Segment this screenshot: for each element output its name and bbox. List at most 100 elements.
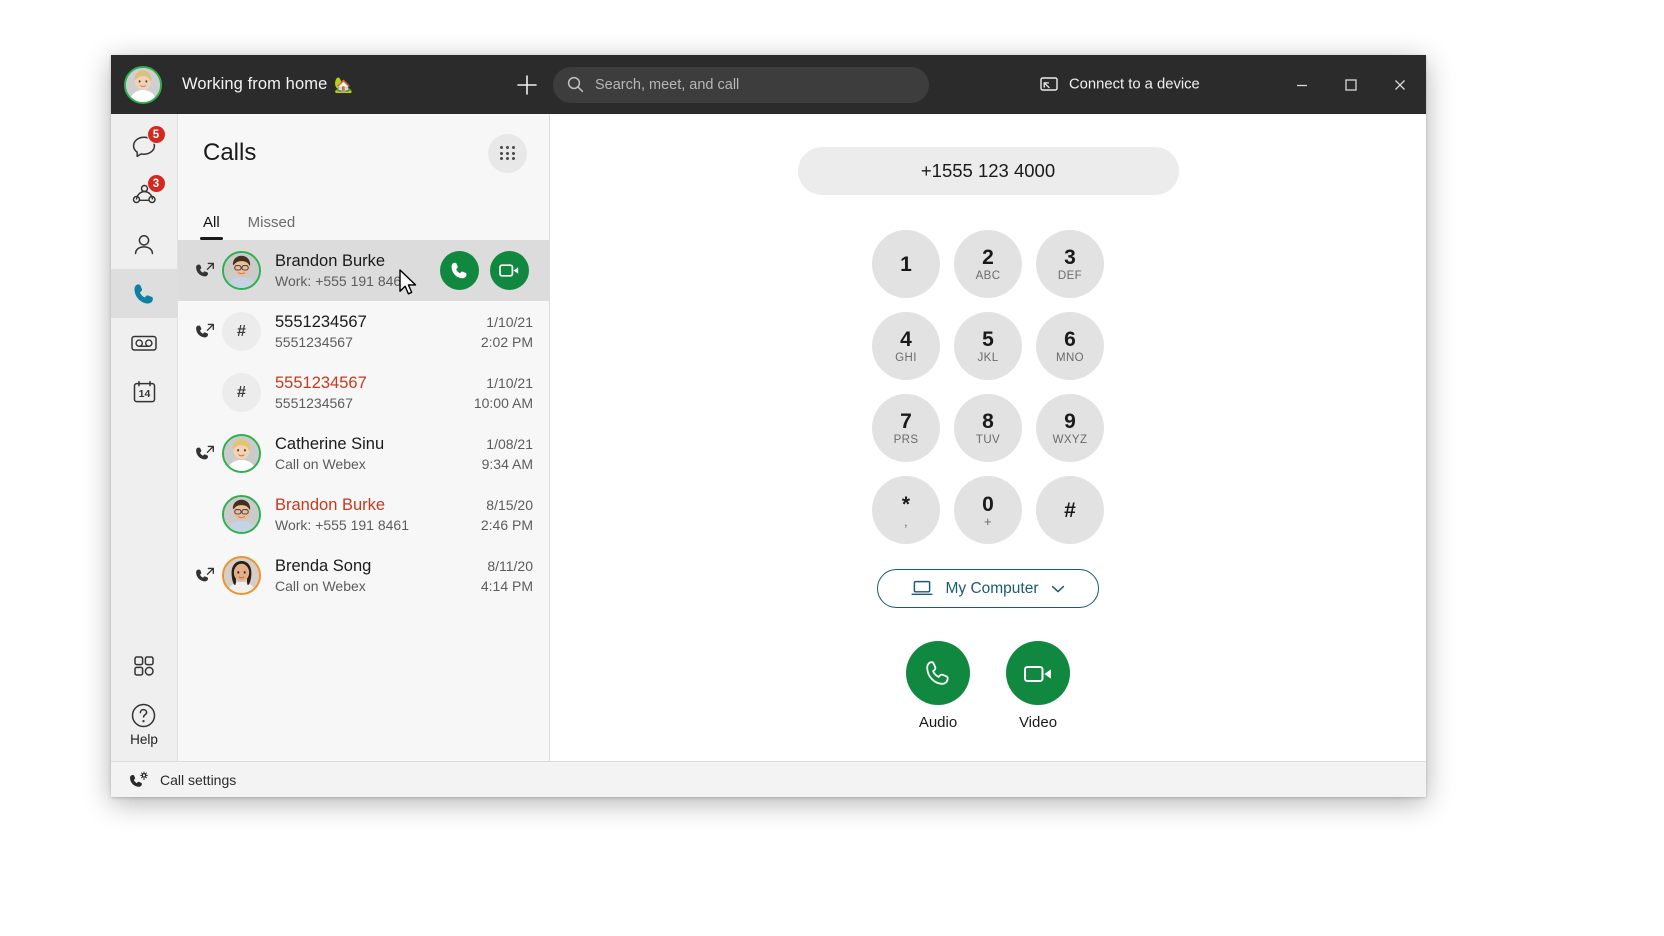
video-call-button[interactable] [490,251,529,290]
contact-detail: Call on Webex [275,577,366,594]
sidebar-item-teams[interactable]: 3 [111,171,178,220]
sidebar-item-help[interactable]: Help [130,702,158,747]
key-letters: + [984,514,992,529]
audio-call-label: Audio [918,714,958,731]
key-cell: 0 + [947,469,1029,551]
call-date: 1/08/21 [486,435,533,452]
device-selector-dropdown[interactable]: My Computer [877,569,1099,608]
key-digit: 1 [900,252,912,276]
call-settings-icon [130,771,148,787]
table-row[interactable]: # 5551234567 5551234567 1/10/21 10:00 AM [178,362,549,423]
phone-number-input[interactable]: +1555 123 4000 [797,147,1179,195]
dialpad-key-7[interactable]: 7 PRS [872,394,940,462]
video-call-label: Video [1018,714,1058,731]
contact-detail: 5551234567 [275,394,353,411]
video-call-button[interactable] [1006,641,1070,705]
webex-app-window: Working from home 🏡 Search, meet, and ca… [111,55,1426,797]
key-digit: 4 [900,327,912,351]
contact-name: 5551234567 [275,373,367,392]
sidebar-item-messaging[interactable]: 5 [111,122,178,171]
call-time: 2:02 PM [480,333,533,350]
dialpad-key-1[interactable]: 1 [872,230,940,298]
key-cell: # [1029,469,1111,551]
key-digit: 0 [982,493,994,516]
apps-grid-icon [134,655,154,676]
tab-all[interactable]: All [200,214,223,240]
key-letters: MNO [1055,351,1085,364]
connect-to-device-button[interactable]: Connect to a device [1040,76,1200,93]
call-settings-bar[interactable]: Call settings [111,761,1426,797]
avatar-photo-male [224,253,259,288]
key-digit: 9 [1064,409,1076,433]
key-digit: 3 [1064,245,1076,269]
audio-call-button[interactable] [906,641,970,705]
person-icon [134,234,154,254]
avatar-photo-female-blonde [224,436,259,471]
row-timestamp: 1/08/21 9:34 AM [482,434,533,474]
video-camera-icon [1023,665,1051,682]
avatar-placeholder: # [222,373,261,412]
dialpad-key-star[interactable]: * , [872,476,940,544]
calls-panel: Calls All Missed Brandon Burke Work: +55… [178,114,550,761]
maximize-button[interactable] [1328,55,1374,114]
table-row[interactable]: # 5551234567 5551234567 1/10/21 2:02 PM [178,301,549,362]
table-row[interactable]: Brandon Burke Work: +555 191 8461 8/15/2… [178,484,549,545]
avatar [222,556,261,595]
search-input[interactable]: Search, meet, and call [553,66,929,103]
row-text-group: 5551234567 5551234567 [275,373,474,413]
row-timestamp: 8/11/20 4:14 PM [481,556,533,596]
table-row[interactable]: Brandon Burke Work: +555 191 846 [178,240,549,301]
dialpad-key-2[interactable]: 2 ABC [954,230,1022,298]
dialpad-key-0[interactable]: 0 + [954,476,1022,544]
call-history-list: Brandon Burke Work: +555 191 846 # 55512… [178,240,549,761]
call-time: 9:34 AM [481,455,533,472]
new-item-button[interactable] [510,68,544,102]
avatar-photo-female-dark [224,558,259,593]
sidebar-item-contacts[interactable] [111,220,178,269]
table-row[interactable]: Brenda Song Call on Webex 8/11/20 4:14 P… [178,545,549,606]
avatar [222,495,261,534]
key-digit: # [1064,498,1076,522]
row-text-group: 5551234567 5551234567 [275,312,481,352]
device-selector-label: My Computer [945,579,1039,597]
key-letters: ABC [975,269,1001,282]
dialpad-toggle-button[interactable] [488,133,527,173]
outgoing-call-icon [192,567,218,585]
table-row[interactable]: Catherine Sinu Call on Webex 1/08/21 9:3… [178,423,549,484]
key-cell: 2 ABC [947,223,1029,305]
key-digit: 2 [982,245,994,269]
call-time: 2:46 PM [480,516,533,533]
user-status[interactable]: Working from home 🏡 [182,75,353,94]
dialpad-key-9[interactable]: 9 WXYZ [1036,394,1104,462]
dialpad-key-4[interactable]: 4 GHI [872,312,940,380]
outgoing-call-icon [192,445,218,463]
call-date: 1/10/21 [486,374,533,391]
close-button[interactable] [1377,55,1423,114]
badge-count: 5 [146,125,166,144]
sidebar-item-calendar[interactable]: 14 [111,367,178,416]
title-bar: Working from home 🏡 Search, meet, and ca… [111,55,1426,114]
tab-missed[interactable]: Missed [248,214,296,240]
key-cell: * , [865,469,947,551]
sidebar-item-apps[interactable] [111,641,178,690]
avatar-photo [126,67,160,102]
sidebar-item-calls[interactable] [111,269,178,318]
key-letters: JKL [977,351,999,364]
avatar[interactable] [124,65,162,104]
dialpad-key-3[interactable]: 3 DEF [1036,230,1104,298]
call-date: 8/11/20 [487,557,533,574]
maximize-icon [1345,78,1357,91]
row-timestamp: 1/10/21 10:00 AM [474,373,533,413]
contact-detail: Work: +555 191 8461 [275,516,410,533]
outgoing-call-icon [192,262,218,280]
home-emoji-icon: 🏡 [334,76,354,94]
dialpad-key-pound[interactable]: # [1036,476,1104,544]
audio-call-button[interactable] [440,251,479,290]
dialpad-key-8[interactable]: 8 TUV [954,394,1022,462]
sidebar-item-voicemail[interactable] [111,318,178,367]
dialpad-key-5[interactable]: 5 JKL [954,312,1022,380]
minimize-button[interactable] [1279,55,1325,114]
dialpad-key-6[interactable]: 6 MNO [1036,312,1104,380]
key-letters: GHI [895,351,917,364]
page-title: Calls [203,139,257,166]
